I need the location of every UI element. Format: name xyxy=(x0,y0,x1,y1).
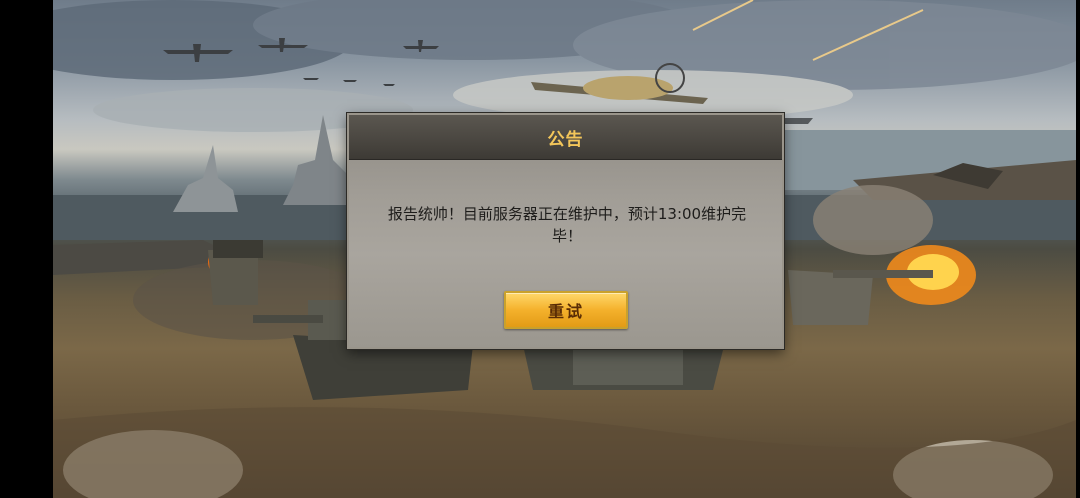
retry-button-label: 重试 xyxy=(547,302,584,321)
retry-button[interactable]: 重试 xyxy=(504,291,628,329)
letterbox-right xyxy=(1076,0,1080,498)
dialog-title-bar: 公告 xyxy=(349,115,782,160)
foreground-ground xyxy=(53,407,1076,498)
letterbox-left xyxy=(0,0,53,498)
announcement-dialog: 公告 报告统帅！目前服务器正在维护中，预计13:00维护完毕！ 重试 xyxy=(347,113,784,349)
dialog-message: 报告统帅！目前服务器正在维护中，预计13:00维护完毕！ xyxy=(387,205,747,245)
dialog-title: 公告 xyxy=(547,129,584,150)
game-screen: 公告 报告统帅！目前服务器正在维护中，预计13:00维护完毕！ 重试 xyxy=(0,0,1080,498)
